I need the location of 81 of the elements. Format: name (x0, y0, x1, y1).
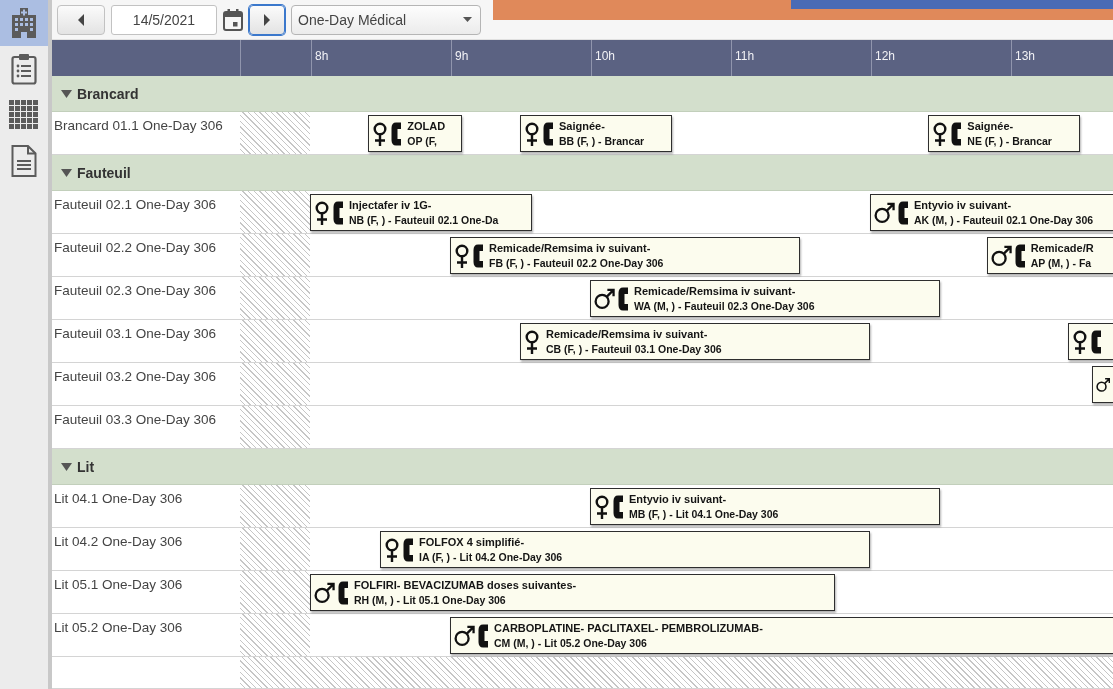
next-button[interactable] (249, 4, 285, 35)
unavailable-zone (240, 191, 310, 233)
resource-label: Brancard 01.1 One-Day 306 (53, 117, 224, 133)
appointment-detail: WA (M, ) - Fauteuil 02.3 One-Day 306 (634, 298, 815, 314)
clipboard-list-icon (11, 53, 37, 85)
resource-label: Lit 04.1 One-Day 306 (53, 490, 184, 506)
unit-select[interactable]: One-Day Médical (291, 4, 481, 35)
appointment-card[interactable]: Remicade/Remsima iv suivant- CB (F, ) - Fauteuil 03.1 One-Day 306 (520, 323, 870, 360)
caret-down-icon[interactable] (61, 168, 72, 177)
group-title: Lit (77, 458, 95, 475)
appointment-title: CARBOPLATINE- PACLITAXEL- PEMBROLIZUMAB- (494, 620, 763, 636)
appointment-detail: NE (F, ) - Brancar (967, 133, 1052, 149)
appointment-card[interactable]: Entyvio iv suivant- AK (M, ) - Fauteuil 02.1 One-Day 306 (870, 194, 1113, 231)
appointment-title: Saignée- (559, 118, 606, 134)
unavailable-zone (240, 277, 310, 319)
unavailable-zone (240, 406, 310, 448)
unavailable-zone (240, 571, 310, 613)
appointment-card[interactable]: Saignée- NE (F, ) - Brancar (928, 115, 1080, 152)
group-title: Fauteuil (77, 164, 131, 181)
caret-right-icon (264, 13, 270, 26)
caret-down-icon[interactable] (61, 462, 72, 471)
appointment-title: Entyvio iv suivant- (914, 197, 1013, 213)
resource-label: Fauteuil 03.3 One-Day 306 (53, 411, 218, 427)
appointment-card[interactable]: CARBOPLATINE- PACLITAXEL- PEMBROLIZUMAB- CM (M, ) - Lit 05.2 One-Day 306 (450, 617, 1113, 654)
appointment-detail: RH (M, ) - Lit 05.1 One-Day 306 (354, 592, 507, 608)
caret-left-icon (78, 13, 84, 26)
hospital-icon (9, 7, 39, 39)
appointment-title: FOLFIRI- BEVACIZUMAB doses suivantes- (354, 577, 577, 593)
appointment-detail: CM (M, ) - Lit 05.2 One-Day 306 (494, 635, 648, 651)
appointment-detail: NB (F, ) - Fauteuil 02.1 One-Da (349, 212, 499, 228)
appointment-card[interactable]: Remicade/R AP (M, ) - Fa (986, 237, 1113, 274)
unavailable-zone (240, 320, 310, 362)
appointment-card[interactable]: Remicade/Remsima iv suivant- FB (F, ) - Fauteuil 02.2 One-Day 306 (450, 237, 800, 274)
unavailable-zone (240, 234, 310, 276)
appointment-card[interactable]: Saignée- BB (F, ) - Brancar (520, 115, 672, 152)
resource-label: Fauteuil 02.2 One-Day 306 (53, 239, 218, 255)
appointment-title: ZOLAD (407, 118, 446, 134)
appointment-card[interactable]: FOLFOX 4 simplifié- IA (F, ) - Lit 04.2 One-Day 306 (380, 531, 870, 568)
appointment-title: Remicade/Remsima iv suivant- (634, 283, 797, 299)
appointment-title: Remicade/Remsima iv suivant- (489, 240, 652, 256)
appointment-title: Saignée- (967, 118, 1015, 134)
appointment-title: Remicade/Remsima iv suivant- (546, 326, 709, 342)
document-icon (11, 145, 37, 177)
resource-label: Fauteuil 02.1 One-Day 306 (53, 196, 218, 212)
appointment-title: FOLFOX 4 simplifié- (419, 534, 526, 550)
appointment-detail: BB (F, ) - Brancar (559, 133, 645, 149)
resource-label: Fauteuil 03.2 One-Day 306 (53, 368, 218, 384)
appointment-card[interactable]: FOLFIRI- BEVACIZUMAB doses suivantes- RH (M, ) - Lit 05.1 One-Day 306 (310, 574, 835, 611)
resource-label: Fauteuil 03.1 One-Day 306 (53, 325, 218, 341)
appointment-detail: CB (F, ) - Fauteuil 03.1 One-Day 306 (546, 341, 722, 357)
appointment-detail: OP (F, (407, 133, 438, 149)
appointment-title: Entyvio iv suivant- (629, 491, 728, 507)
unavailable-zone (240, 485, 310, 527)
appointment-detail: FB (F, ) - Fauteuil 02.2 One-Day 306 (489, 255, 664, 271)
appointment-card[interactable]: ZOLAD OP (F, (368, 115, 462, 152)
appointment-card[interactable]: Injectafer iv 1G- NB (F, ) - Fauteuil 02.1 One-Da (310, 194, 532, 231)
caret-down-icon[interactable] (61, 89, 72, 98)
date-field[interactable]: 14/5/2021 (111, 4, 217, 35)
unavailable-zone (240, 112, 310, 154)
unavailable-zone (240, 363, 310, 405)
resource-label: Lit 04.2 One-Day 306 (53, 533, 184, 549)
group-title: Brancard (77, 85, 139, 102)
appointment-detail: IA (F, ) - Lit 04.2 One-Day 306 (419, 549, 563, 565)
appointment-card[interactable]: Entyvio iv suivant- MB (F, ) - Lit 04.1 One-Day 306 (590, 488, 940, 525)
appointment-card[interactable] (1068, 323, 1113, 360)
caret-down-icon (463, 17, 472, 22)
appointment-title: Injectafer iv 1G- (349, 197, 433, 213)
unavailable-zone (240, 528, 310, 570)
appointment-detail: MB (F, ) - Lit 04.1 One-Day 306 (629, 506, 779, 522)
resource-label: Lit 05.2 One-Day 306 (53, 619, 184, 635)
resource-label: Lit 05.1 One-Day 306 (53, 576, 184, 592)
previous-button[interactable] (57, 4, 105, 35)
appointment-detail: AK (M, ) - Fauteuil 02.1 One-Day 306 (914, 212, 1094, 228)
appointment-title: Remicade/R (1030, 240, 1094, 256)
grid-icon (9, 100, 39, 130)
calendar-icon[interactable] (223, 8, 243, 31)
appointment-card[interactable] (1091, 366, 1113, 403)
sidebar-item[interactable] (0, 0, 48, 46)
appointment-detail: AP (M, ) - Fa (1030, 255, 1093, 271)
resource-label: Fauteuil 02.3 One-Day 306 (53, 282, 218, 298)
appointment-card[interactable]: Remicade/Remsima iv suivant- WA (M, ) - Fauteuil 02.3 One-Day 306 (590, 280, 940, 317)
